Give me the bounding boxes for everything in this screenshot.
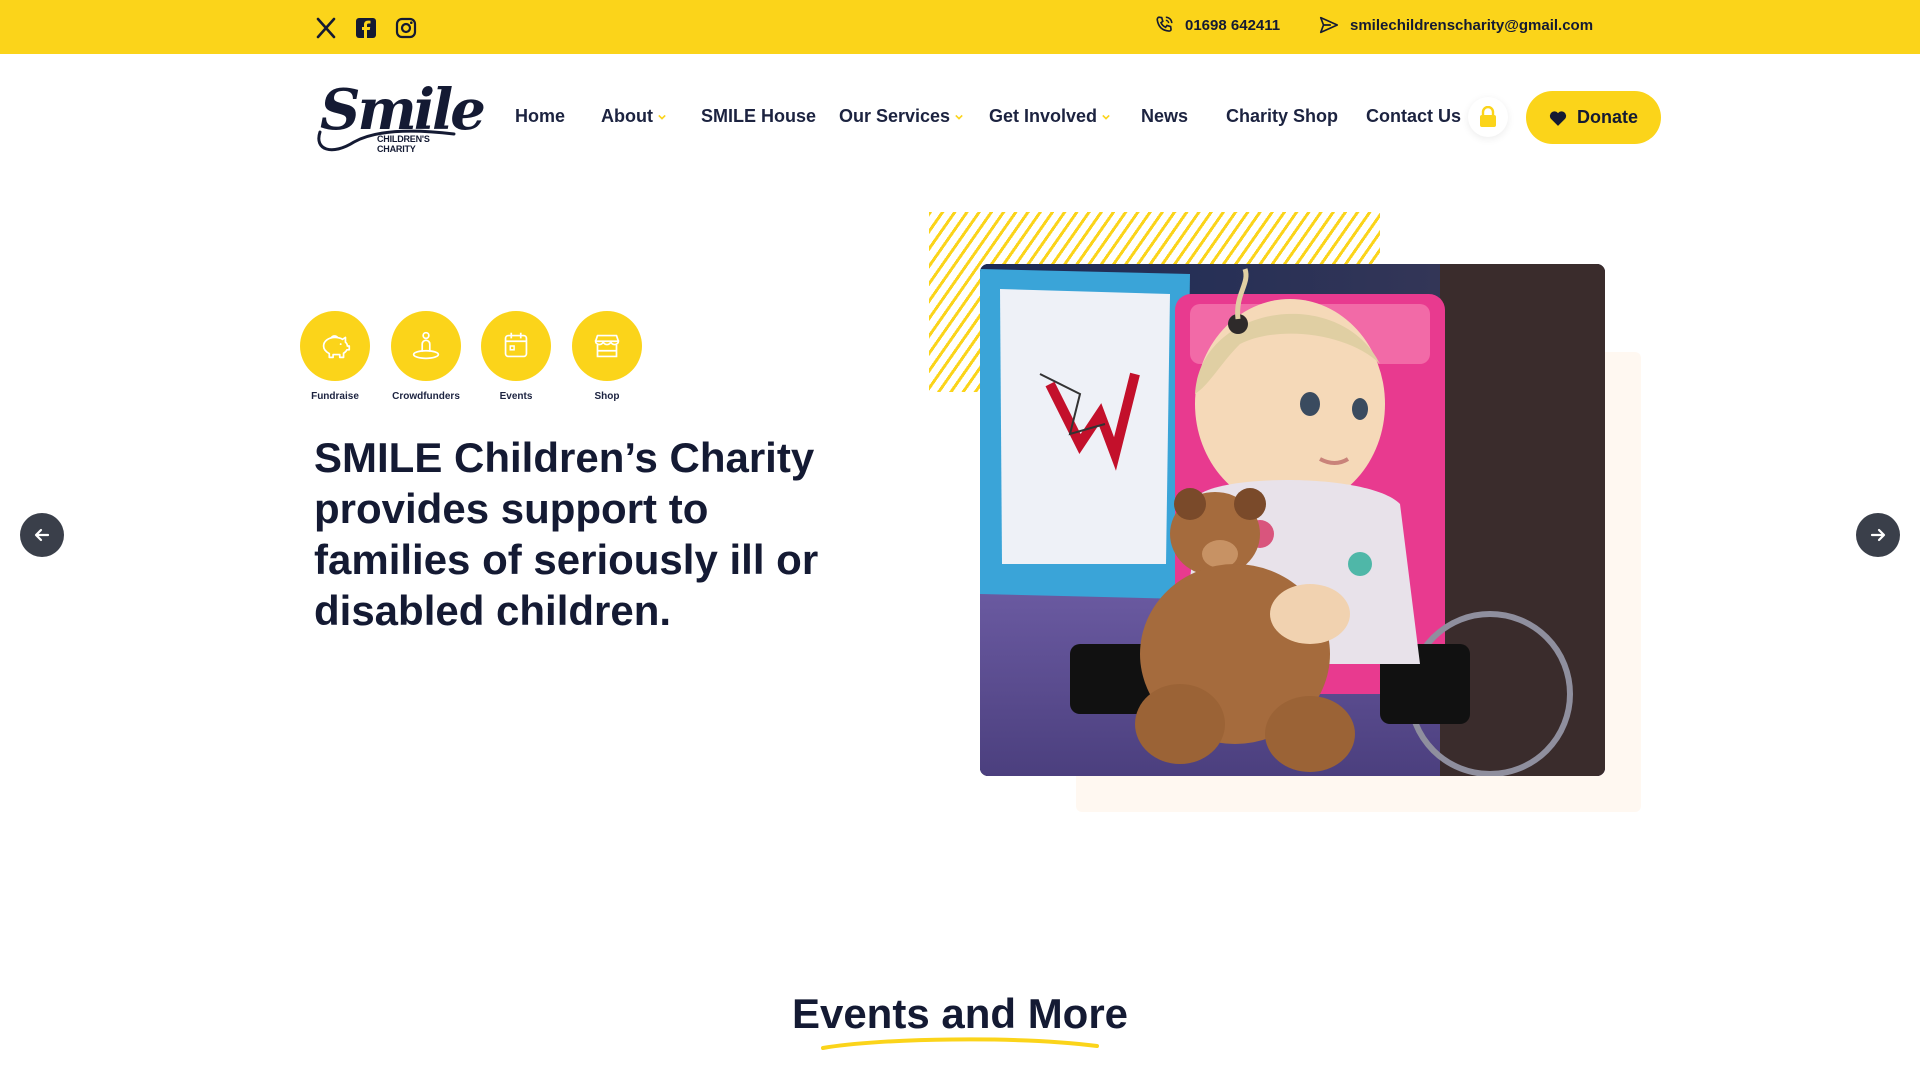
carousel-prev-button[interactable] [20,513,64,557]
arrow-right-icon [1870,528,1886,542]
quick-link-shop[interactable]: Shop [572,311,642,402]
x-twitter-icon[interactable] [313,15,339,41]
instagram-icon[interactable] [393,15,419,41]
nav-home[interactable]: Home [515,106,565,127]
nav-about[interactable]: About [601,106,666,127]
phone-icon [1156,16,1173,32]
hero-photo [980,264,1605,776]
quick-link-circle [572,311,642,381]
hero-photo-illustration [980,264,1605,776]
donate-label: Donate [1576,107,1638,127]
events-section-title: Events and More [791,990,1129,1037]
hero-headline: SMILE Children’s Charity provides suppor… [314,434,819,634]
login-button[interactable] [1468,97,1508,137]
facebook-icon[interactable] [353,15,379,41]
nav-contact-us-label: Contact Us [1366,106,1462,126]
nav-our-services-label: Our Services [839,106,951,126]
lock-icon [1480,106,1496,127]
quick-link-circle [391,311,461,381]
nav-contact-us[interactable]: Contact Us [1366,106,1461,127]
top-bar: 01698 642411 smilechildrenscharity@gmail… [0,0,1920,54]
nav-our-services[interactable]: Our Services [839,106,963,127]
phone-number: 01698 642411 [1185,16,1281,34]
phone-link[interactable]: 01698 642411 [1153,14,1280,36]
piggy-bank-icon [322,335,351,359]
quick-link-label: Shop [594,391,620,402]
nav-get-involved-label: Get Involved [989,106,1098,126]
nav-news-label: News [1141,106,1189,126]
send-icon [1319,16,1339,34]
storefront-icon [594,334,620,358]
site-logo[interactable]: Smile CHILDREN'S CHARITY [314,82,486,154]
arrow-left-icon [34,528,50,542]
quick-link-circle [300,311,370,381]
carousel-next-button[interactable] [1856,513,1900,557]
nav-smile-house-label: SMILE House [701,106,817,126]
quick-link-crowdfunders[interactable]: Crowdfunders [391,311,461,402]
email-link[interactable]: smilechildrenscharity@gmail.com [1318,14,1593,36]
quick-link-events[interactable]: Events [481,311,551,402]
heart-icon [1549,110,1567,126]
nav-about-label: About [601,106,653,126]
nav-home-label: Home [515,106,566,126]
chevron-down-icon [658,114,666,120]
chevron-down-icon [1102,114,1110,120]
donate-button[interactable]: Donate [1526,91,1661,144]
nav-charity-shop-label: Charity Shop [1226,106,1339,126]
calendar-icon [504,332,528,358]
logo-subtitle: CHILDREN'S CHARITY [377,134,430,154]
chevron-down-icon [955,114,963,120]
quick-link-circle [481,311,551,381]
nav-get-involved[interactable]: Get Involved [989,106,1110,127]
nav-smile-house[interactable]: SMILE House [701,106,816,127]
quick-link-fundraise[interactable]: Fundraise [300,311,370,402]
title-underline [821,1037,1099,1050]
nav-news[interactable]: News [1141,106,1188,127]
nav-charity-shop[interactable]: Charity Shop [1226,106,1338,127]
email-address: smilechildrenscharity@gmail.com [1350,16,1594,34]
person-pin-icon [412,331,440,360]
